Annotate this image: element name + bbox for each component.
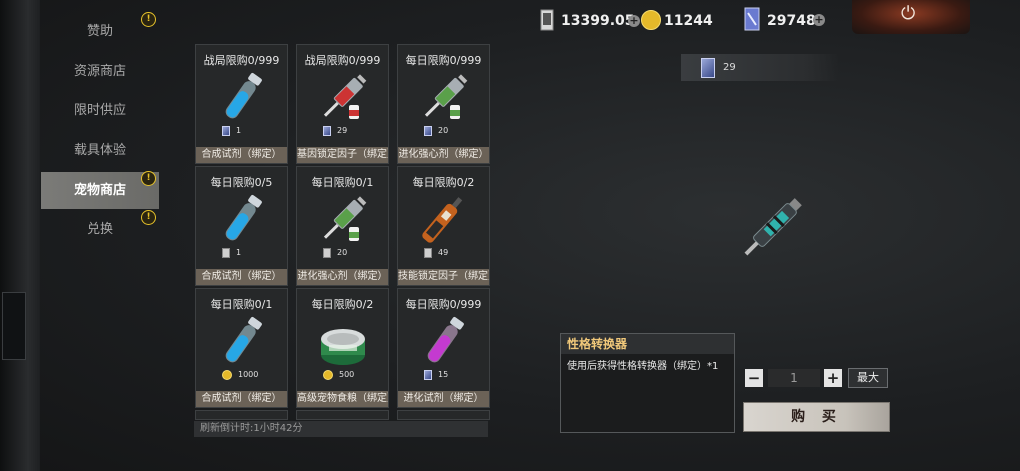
sidebar-item-label: 载具体验 [73, 143, 126, 158]
sidebar-item-label: 资源商店 [73, 64, 126, 79]
buy-button[interactable]: 购 买 [743, 402, 890, 432]
blue-vial-icon [225, 317, 262, 363]
ticket-icon [323, 247, 331, 258]
background-left-wall [0, 0, 40, 471]
background-door [2, 292, 26, 360]
coin-icon [222, 369, 232, 380]
item-price: 1 [222, 125, 241, 137]
item-price: 1 [222, 247, 241, 259]
item-description-panel: 性格转换器 使用后获得性格转换器（绑定）*1 [560, 333, 735, 433]
shop-item-card[interactable]: 战局限购0/999 1 合成试剂（绑定） [195, 44, 288, 164]
shop-item-card[interactable]: 每日限购0/5 1 合成试剂（绑定） [195, 166, 288, 286]
personality-converter-preview-icon [744, 198, 802, 256]
coin-balance: 11244 [664, 13, 713, 29]
shop-item-card[interactable]: 战局限购0/999 29 基因锁定因子（绑定） [296, 44, 389, 164]
sidebar-item-vehicle-trial[interactable]: 载具体验 [41, 132, 159, 169]
purchase-limit: 战局限购0/999 [203, 54, 280, 67]
alert-badge-icon: ! [141, 171, 156, 186]
purchase-limit: 每日限购0/1 [210, 298, 273, 311]
orange-injector-icon [422, 197, 463, 243]
alert-badge-icon: ! [141, 210, 156, 225]
item-name: 进化试剂（绑定） [398, 391, 489, 407]
shop-item-card-partial[interactable] [397, 410, 490, 420]
shop-item-card[interactable]: 每日限购0/1 1000 合成试剂（绑定） [195, 288, 288, 408]
sidebar-item-resource-shop[interactable]: 资源商店 [41, 53, 159, 90]
blue-vial-icon [225, 73, 262, 119]
shop-item-card[interactable]: 每日限购0/2 49 技能锁定因子（绑定） [397, 166, 490, 286]
sidebar-nav: 赞助 资源商店 限时供应 载具体验 宠物商店 兑换 [41, 0, 159, 471]
ticket-icon [222, 247, 230, 258]
coin-icon [323, 369, 333, 380]
quantity-input[interactable]: 1 [768, 369, 820, 387]
item-name: 合成试剂（绑定） [196, 147, 287, 163]
power-icon: ⏻ [901, 3, 916, 24]
purple-vial-icon [427, 317, 464, 363]
green-syringe-icon [424, 74, 468, 119]
item-price: 20 [424, 125, 448, 137]
add-ticket-button[interactable]: + [628, 15, 640, 27]
purchase-limit: 战局限购0/999 [304, 54, 381, 67]
shop-item-card[interactable]: 每日限购0/999 15 进化试剂（绑定） [397, 288, 490, 408]
purchase-limit: 每日限购0/999 [405, 54, 482, 67]
item-price: 49 [424, 247, 448, 259]
ticket-icon [540, 9, 554, 31]
red-syringe-icon [323, 74, 367, 119]
purchase-limit: 每日限购0/1 [311, 176, 374, 189]
owned-count: 29 [723, 62, 736, 73]
refresh-countdown: 刷新倒计时:1小时42分 [194, 421, 488, 437]
item-name: 合成试剂（绑定） [196, 269, 287, 285]
item-name: 基因锁定因子（绑定） [297, 147, 388, 163]
purchase-limit: 每日限购0/999 [405, 298, 482, 311]
purchase-limit: 每日限购0/2 [412, 176, 475, 189]
sidebar-item-label: 限时供应 [73, 103, 126, 118]
sidebar-item-label: 宠物商店 [73, 183, 126, 198]
ticket-icon [424, 247, 432, 258]
item-price: 1000 [222, 369, 258, 381]
item-price: 20 [323, 247, 347, 259]
card-icon [222, 125, 230, 136]
item-name: 进化强心剂（绑定） [398, 147, 489, 163]
shop-item-card[interactable]: 每日限购0/999 20 进化强心剂（绑定） [397, 44, 490, 164]
item-price: 29 [323, 125, 347, 137]
card-icon [701, 58, 715, 78]
purchase-limit: 每日限购0/2 [311, 298, 374, 311]
pet-food-can-icon [321, 329, 365, 365]
item-name: 高级宠物食粮（绑定） [297, 391, 388, 407]
item-title: 性格转换器 [561, 334, 734, 354]
item-name: 技能锁定因子（绑定） [398, 269, 489, 285]
increase-quantity-button[interactable]: + [824, 369, 842, 387]
card-icon [744, 7, 760, 31]
card-balance: 29748 [767, 13, 816, 29]
item-name: 进化强心剂（绑定） [297, 269, 388, 285]
blue-vial-icon [225, 195, 262, 241]
sidebar-item-label: 赞助 [86, 24, 113, 39]
exit-button[interactable]: ⏻ [852, 0, 970, 34]
card-icon [323, 125, 331, 136]
owned-count-bar: 29 [681, 54, 839, 81]
shop-item-card[interactable]: 每日限购0/1 20 进化强心剂（绑定） [296, 166, 389, 286]
shop-item-card-partial[interactable] [296, 410, 389, 420]
item-name: 合成试剂（绑定） [196, 391, 287, 407]
shop-item-card-partial[interactable] [195, 410, 288, 420]
sidebar-item-label: 兑换 [86, 222, 113, 237]
item-price: 15 [424, 369, 448, 381]
background-room [40, 0, 1020, 471]
purchase-limit: 每日限购0/5 [210, 176, 273, 189]
card-icon [424, 369, 432, 380]
alert-badge-icon: ! [141, 12, 156, 27]
max-quantity-button[interactable]: 最大 [848, 368, 888, 388]
item-price: 500 [323, 369, 354, 381]
add-card-button[interactable]: + [813, 14, 825, 26]
card-icon [424, 125, 432, 136]
item-description: 使用后获得性格转换器（绑定）*1 [567, 361, 719, 372]
decrease-quantity-button[interactable]: − [745, 369, 763, 387]
ticket-balance: 13399.05 [561, 13, 635, 29]
sidebar-item-limited-supply[interactable]: 限时供应 [41, 92, 159, 129]
shop-item-card[interactable]: 每日限购0/2 500 高级宠物食粮（绑定） [296, 288, 389, 408]
green-syringe-icon [323, 196, 367, 241]
coin-icon [641, 10, 661, 30]
